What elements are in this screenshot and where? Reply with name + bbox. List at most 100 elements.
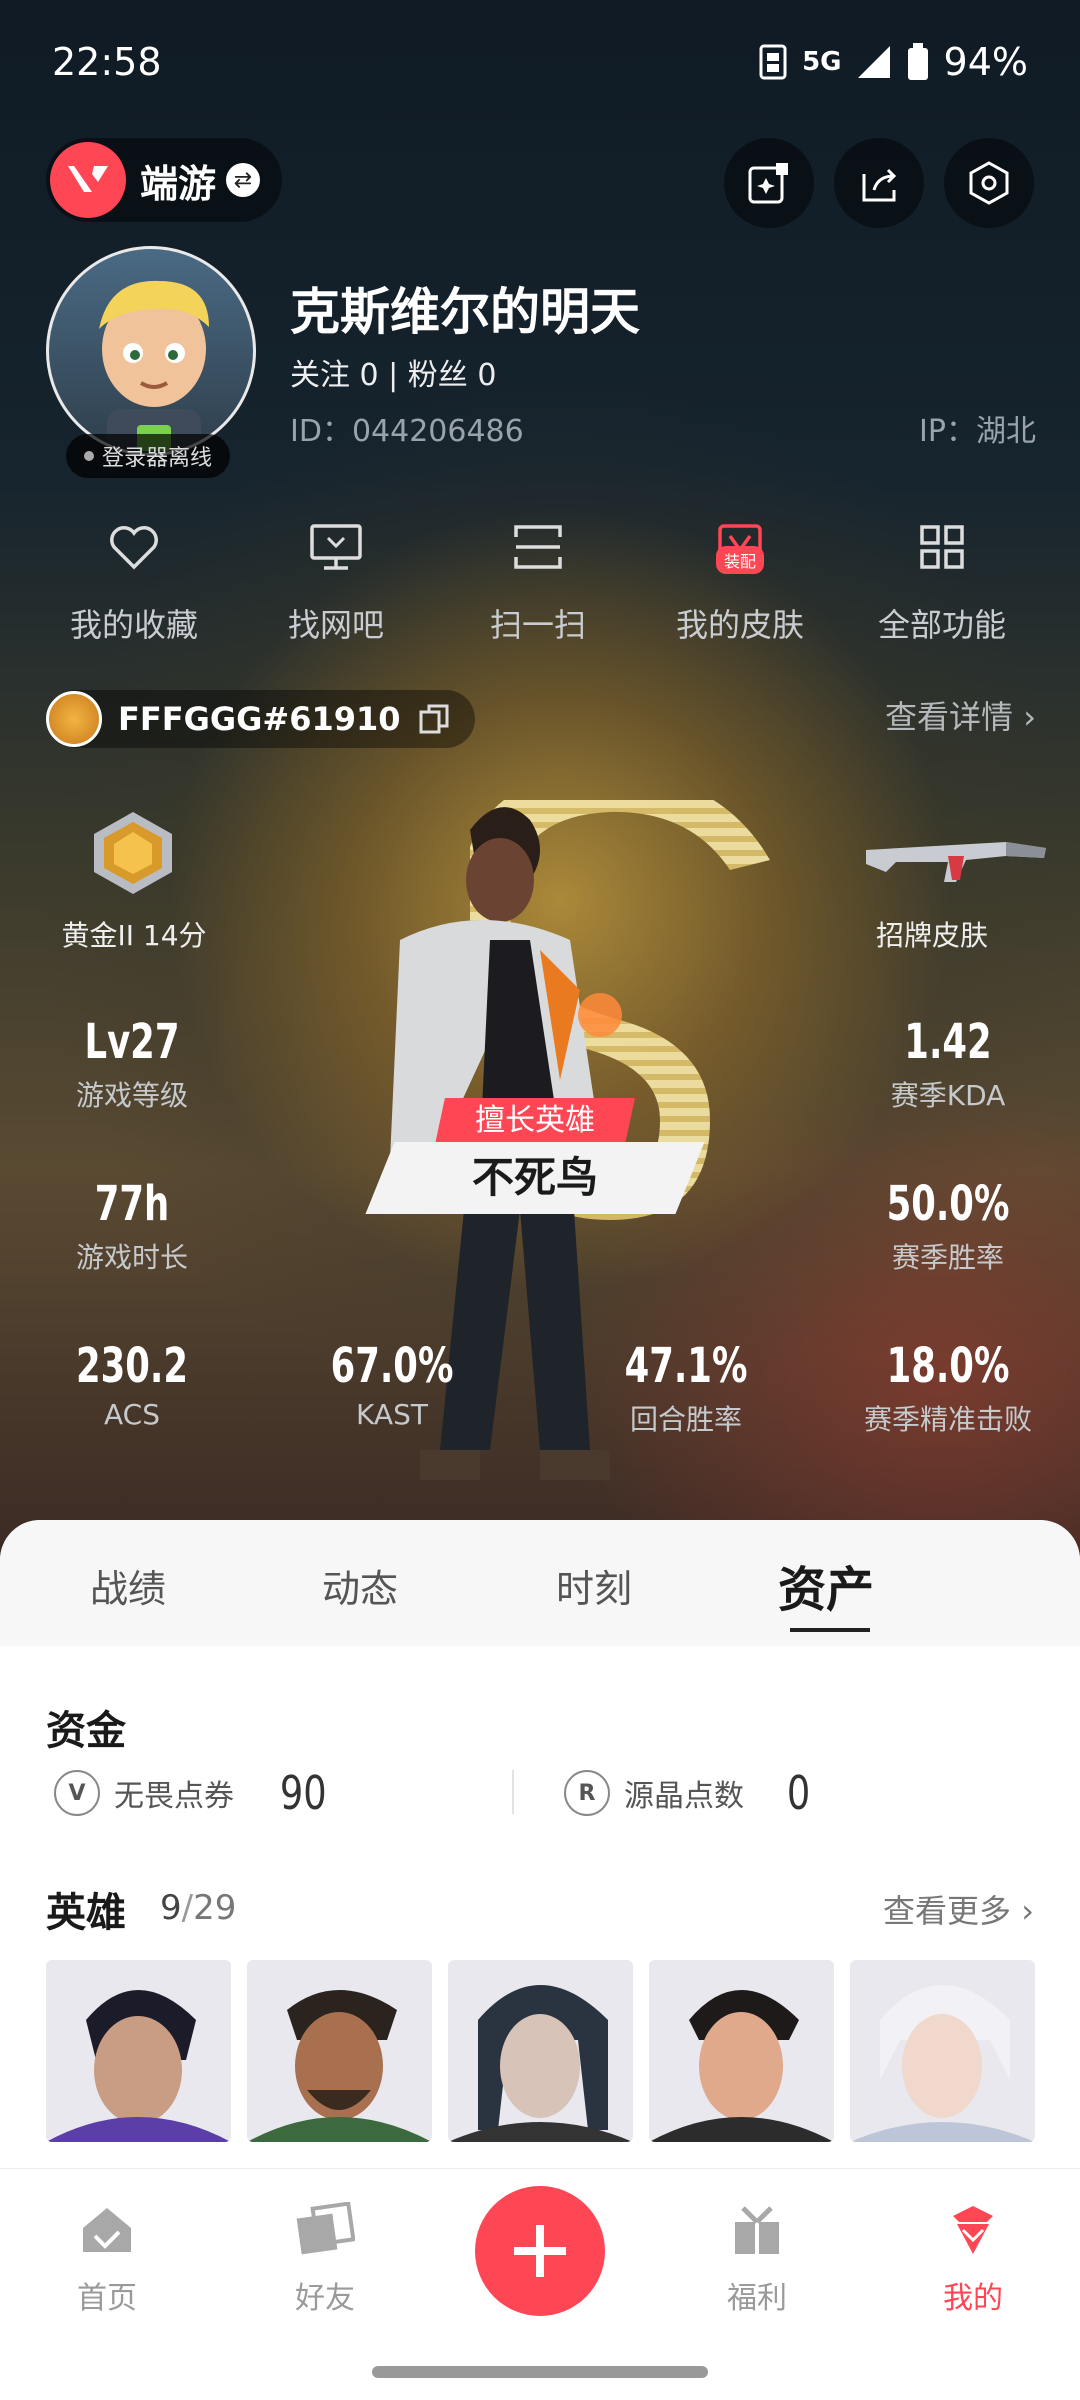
follow-stats[interactable]: 关注 0 | 粉丝 0 <box>290 350 496 394</box>
rifle-skin-icon <box>866 842 1046 882</box>
stat-label: ACS <box>104 1398 160 1431</box>
stat-kda: 1.42 赛季KDA <box>818 1014 1078 1114</box>
monitor-icon <box>310 524 362 570</box>
hero-list <box>46 1960 1035 2142</box>
funds-divider <box>512 1770 514 1814</box>
online-status: 登录器离线 <box>66 434 231 478</box>
mode-switcher[interactable]: 端游 ⇄ <box>46 138 282 222</box>
grid-icon <box>920 525 964 569</box>
copy-icon[interactable] <box>417 702 451 736</box>
quick-action-netcafe[interactable]: 找网吧 <box>236 512 436 646</box>
nav-profile[interactable]: 我的 <box>898 2197 1048 2317</box>
nav-label: 首页 <box>77 2281 137 2316</box>
view-details-link[interactable]: 查看详情 › <box>885 692 1036 738</box>
swap-icon: ⇄ <box>226 163 261 197</box>
stat-playtime: 77h 游戏时长 <box>2 1176 262 1276</box>
heart-icon <box>110 526 158 570</box>
tab-moments[interactable]: 时刻 <box>556 1558 632 1613</box>
quick-action-label: 我的皮肤 <box>675 606 804 644</box>
stat-kast: 67.0% KAST <box>262 1338 522 1431</box>
stat-acs: 230.2 ACS <box>2 1338 262 1431</box>
hero-card-3[interactable] <box>448 1960 633 2142</box>
scan-icon <box>514 525 562 569</box>
hero-card-5[interactable] <box>850 1960 1035 2142</box>
quick-action-skins[interactable]: 装配 我的皮肤 <box>640 512 840 646</box>
stat-label: 赛季胜率 <box>891 1241 1004 1274</box>
chevron-right-icon: › <box>1023 698 1036 736</box>
battery-percent: 94% <box>943 40 1028 84</box>
chevron-right-icon: › <box>1021 1892 1034 1930</box>
tab-assets[interactable]: 资产 <box>778 1550 874 1620</box>
friends-icon <box>296 2202 355 2255</box>
vp-icon: V <box>54 1770 100 1816</box>
main-agent-ribbon: 擅长英雄 不死鸟 <box>365 1098 710 1218</box>
equip-badge: 装配 <box>716 546 765 574</box>
share-button[interactable] <box>834 138 924 228</box>
create-post-button[interactable] <box>475 2186 605 2316</box>
gift-icon <box>735 2206 779 2254</box>
nav-benefits[interactable]: 福利 <box>682 2197 832 2317</box>
heroes-count: 9/29 <box>160 1888 237 1928</box>
quick-action-scan[interactable]: 扫一扫 <box>438 512 638 646</box>
stat-value: 18.0% <box>886 1338 1010 1394</box>
nav-home[interactable]: 首页 <box>32 2197 182 2317</box>
avatar[interactable] <box>46 246 256 456</box>
network-label: 5G <box>802 47 842 77</box>
riot-id-pill[interactable]: FFFGGG#61910 <box>46 690 475 748</box>
edit-card-icon <box>748 163 788 204</box>
online-status-label: 登录器离线 <box>102 446 213 471</box>
tab-record[interactable]: 战绩 <box>90 1558 166 1613</box>
home-indicator[interactable] <box>372 2366 708 2378</box>
status-time: 22:58 <box>52 40 162 84</box>
riot-id: FFFGGG#61910 <box>118 700 401 738</box>
view-more-label: 查看更多 <box>883 1892 1012 1930</box>
quick-action-all[interactable]: 全部功能 <box>842 512 1042 646</box>
view-details-label: 查看详情 <box>885 698 1014 736</box>
quick-action-favorites[interactable]: 我的收藏 <box>34 512 234 646</box>
stat-label: 回合胜率 <box>629 1403 742 1436</box>
stat-value: 1.42 <box>904 1014 992 1070</box>
stat-label: 游戏时长 <box>75 1241 188 1274</box>
sim-icon <box>759 44 787 80</box>
stat-value: 67.0% <box>330 1338 454 1394</box>
username: 克斯维尔的明天 <box>290 283 640 341</box>
vp-value: 90 <box>279 1766 327 1820</box>
quick-action-label: 全部功能 <box>877 606 1006 644</box>
main-agent-name-box: 不死鸟 <box>365 1142 705 1214</box>
signal-icon <box>857 46 890 78</box>
stat-round-win: 47.1% 回合胜率 <box>556 1338 816 1438</box>
edit-card-button[interactable] <box>724 138 814 228</box>
stat-headshot: 18.0% 赛季精准击败 <box>818 1338 1078 1438</box>
settings-button[interactable] <box>944 138 1034 228</box>
battery-icon <box>907 43 928 80</box>
stat-value: Lv27 <box>84 1014 180 1070</box>
stat-value: 47.1% <box>624 1338 748 1394</box>
hero-card-2[interactable] <box>247 1960 432 2142</box>
profile-icon <box>953 2206 993 2254</box>
status-dot-icon <box>84 451 94 461</box>
riot-avatar-icon <box>46 691 102 747</box>
stat-label: KAST <box>356 1398 428 1431</box>
main-agent-name: 不死鸟 <box>471 1153 598 1202</box>
quick-action-label: 找网吧 <box>287 606 384 644</box>
stat-level: Lv27 游戏等级 <box>2 1014 262 1114</box>
funds-title: 资金 <box>46 1708 126 1754</box>
hero-card-1[interactable] <box>46 1960 231 2142</box>
nav-friends[interactable]: 好友 <box>250 2197 400 2317</box>
stat-label: 游戏等级 <box>75 1079 188 1112</box>
stat-winrate: 50.0% 赛季胜率 <box>818 1176 1078 1276</box>
share-icon <box>862 168 897 202</box>
heroes-title: 英雄 <box>46 1890 126 1936</box>
signature-skin-label: 招牌皮肤 <box>875 919 988 952</box>
hero-card-4[interactable] <box>649 1960 834 2142</box>
quick-action-label: 我的收藏 <box>69 606 198 644</box>
hexagon-settings-icon <box>969 161 1009 205</box>
valorant-points: V 无畏点券 90 <box>54 1766 333 1820</box>
main-agent-tag: 擅长英雄 <box>435 1098 635 1144</box>
tab-feed[interactable]: 动态 <box>322 1558 398 1613</box>
view-more-link[interactable]: 查看更多 › <box>883 1886 1034 1932</box>
stat-value: 77h <box>94 1176 170 1232</box>
nav-label: 福利 <box>727 2281 787 2316</box>
profile-tabs: 战绩 动态 时刻 资产 <box>0 1520 1080 1646</box>
mode-label: 端游 <box>140 161 217 206</box>
